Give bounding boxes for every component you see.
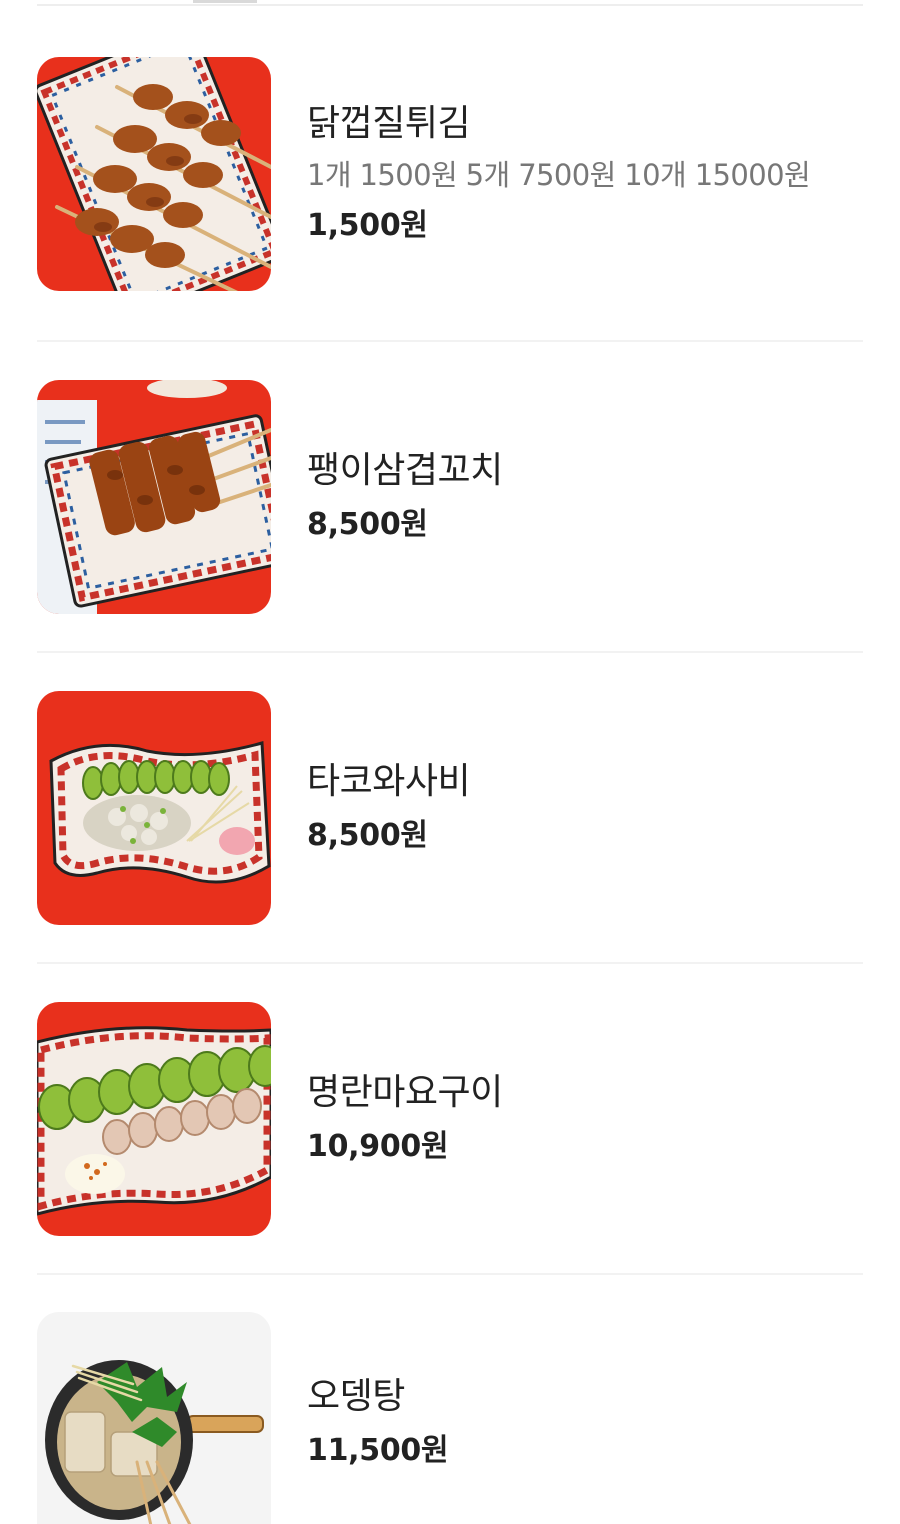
menu-item[interactable]: 타코와사비 8,500원 — [37, 653, 863, 964]
menu-item[interactable]: 닭껍질튀김 1개 1500원 5개 7500원 10개 15000원 1,500… — [37, 7, 863, 342]
menu-item-info: 팽이삼겹꼬치 8,500원 — [307, 448, 503, 546]
menu-item-info: 오뎅탕 11,500원 — [307, 1374, 449, 1472]
menu-item-name: 닭껍질튀김 — [307, 102, 471, 144]
enoki-pork-belly-skewers-photo — [37, 379, 271, 614]
fishcake-soup-photo — [37, 1312, 271, 1524]
grilled-pollock-roe-mayo-photo — [37, 1001, 271, 1236]
chicken-skin-skewers-photo — [37, 56, 271, 291]
menu-item-info: 명란마요구이 10,900원 — [307, 1070, 503, 1168]
menu-item-name: 팽이삼겹꼬치 — [307, 449, 503, 491]
top-divider — [37, 4, 863, 6]
menu-item-name: 오뎅탕 — [307, 1376, 405, 1417]
menu-list: 닭껍질튀김 1개 1500원 5개 7500원 10개 15000원 1,500… — [37, 7, 863, 1524]
menu-item-name: 명란마요구이 — [307, 1071, 503, 1113]
tako-wasabi-photo — [37, 690, 271, 925]
menu-item-name: 타코와사비 — [307, 760, 471, 802]
menu-item-price: 11,500원 — [307, 1433, 449, 1468]
menu-item[interactable]: 팽이삼겹꼬치 8,500원 — [37, 342, 863, 653]
menu-item-description: 1개 1500원 5개 7500원 10개 15000원 — [307, 157, 811, 192]
menu-item-price: 8,500원 — [307, 506, 428, 542]
menu-item-info: 타코와사비 8,500원 — [307, 759, 471, 857]
menu-item-info: 닭껍질튀김 1개 1500원 5개 7500원 10개 15000원 1,500… — [307, 101, 811, 247]
menu-item-price: 1,500원 — [307, 207, 428, 243]
menu-item[interactable]: 명란마요구이 10,900원 — [37, 964, 863, 1275]
menu-item-price: 8,500원 — [307, 817, 428, 853]
menu-item[interactable]: 오뎅탕 11,500원 — [37, 1275, 863, 1524]
tab-indicator — [193, 0, 257, 3]
menu-item-price: 10,900원 — [307, 1128, 449, 1164]
